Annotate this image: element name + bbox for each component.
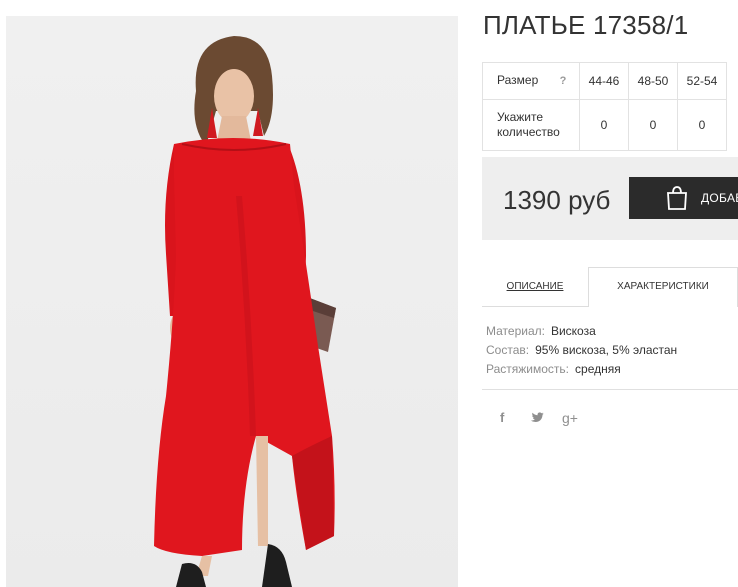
section-divider xyxy=(482,389,738,390)
size-label: Размер xyxy=(497,73,539,87)
tab-divider xyxy=(482,306,588,307)
product-price: 1390 руб xyxy=(503,185,611,215)
spec-key: Материал: xyxy=(486,324,545,338)
quantity-label-line2: количество xyxy=(497,125,560,139)
spec-row-composition: Состав: 95% вискоза, 5% эластан xyxy=(486,341,677,360)
spec-row-stretch: Растяжимость: средняя xyxy=(486,360,677,379)
add-to-cart-button[interactable]: ДОБАВ xyxy=(629,177,738,219)
quantity-row: Укажите количество 0 0 0 xyxy=(482,99,727,151)
spec-key: Растяжимость: xyxy=(486,362,570,376)
shopping-bag-icon xyxy=(665,185,689,214)
price-block: 1390 руб ДОБАВ xyxy=(482,157,738,240)
tab-characteristics[interactable]: ХАРАКТЕРИСТИКИ xyxy=(588,267,738,307)
characteristics-list: Материал: Вискоза Состав: 95% вискоза, 5% … xyxy=(486,322,677,379)
size-help-icon[interactable]: ? xyxy=(560,74,567,89)
facebook-icon[interactable]: f xyxy=(500,410,504,425)
spec-value: Вискоза xyxy=(550,324,596,338)
google-plus-icon[interactable]: g+ xyxy=(562,410,578,426)
dress-model-illustration xyxy=(154,36,336,587)
quantity-input-52-54[interactable]: 0 xyxy=(677,99,727,151)
add-to-cart-label: ДОБАВ xyxy=(701,191,738,205)
size-label-cell: Размер ? xyxy=(482,62,580,100)
size-quantity-table: Размер ? 44-46 48-50 52-54 Укажите колич… xyxy=(482,62,727,151)
tab-description[interactable]: ОПИСАНИЕ xyxy=(482,267,588,307)
size-option-48-50: 48-50 xyxy=(628,62,678,100)
twitter-icon[interactable] xyxy=(530,412,544,427)
quantity-input-44-46[interactable]: 0 xyxy=(579,99,629,151)
product-title: ПЛАТЬЕ 17358/1 xyxy=(483,10,689,40)
quantity-label-line1: Укажите xyxy=(497,110,544,124)
quantity-label-cell: Укажите количество xyxy=(482,99,580,151)
size-option-52-54: 52-54 xyxy=(677,62,727,100)
size-row: Размер ? 44-46 48-50 52-54 xyxy=(482,62,727,100)
product-tabs: ОПИСАНИЕ ХАРАКТЕРИСТИКИ xyxy=(482,267,738,307)
quantity-input-48-50[interactable]: 0 xyxy=(628,99,678,151)
spec-key: Состав: xyxy=(486,343,530,357)
size-option-44-46: 44-46 xyxy=(579,62,629,100)
spec-value: 95% вискоза, 5% эластан xyxy=(535,343,678,357)
product-photo[interactable] xyxy=(6,16,458,587)
spec-value: средняя xyxy=(575,362,621,376)
spec-row-material: Материал: Вискоза xyxy=(486,322,677,341)
